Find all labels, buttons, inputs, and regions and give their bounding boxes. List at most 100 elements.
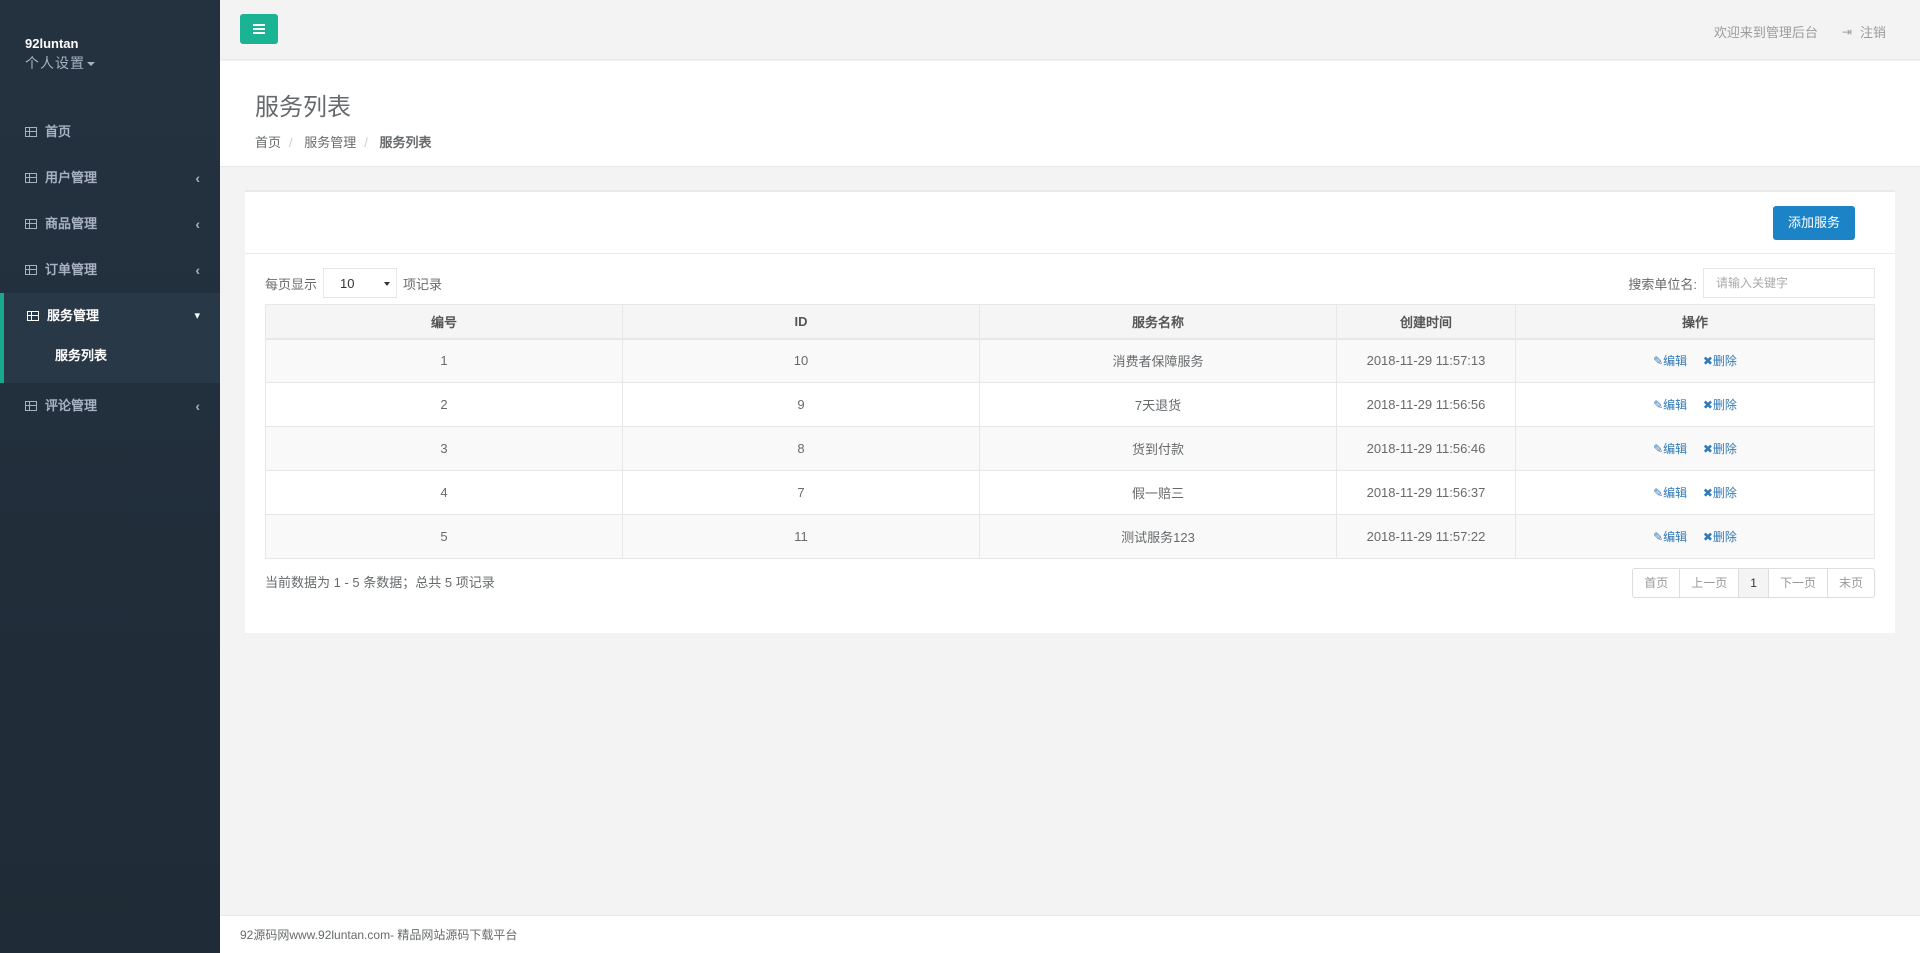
sign-out-icon: ⇥ [1841, 24, 1852, 39]
column-header-time[interactable]: 创建时间 [1336, 304, 1516, 340]
cell-time: 2018-11-29 11:57:22 [1336, 514, 1516, 559]
edit-label: 编辑 [1663, 354, 1688, 369]
profile-block: 92luntan 个人设置 [0, 0, 220, 85]
table-row: 1 10 消费者保障服务 2018-11-29 11:57:13 ✎编辑 ✖删除 [265, 338, 1875, 383]
chevron-left-icon: ‹ [195, 398, 200, 414]
edit-label: 编辑 [1663, 530, 1688, 544]
page-next-button[interactable]: 下一页 [1767, 569, 1827, 597]
page-length-select[interactable]: 10 [323, 268, 398, 298]
delete-icon: ✖ [1702, 442, 1713, 456]
cell-id: 7 [622, 470, 980, 515]
sidebar-item-home[interactable]: 首页 [0, 109, 220, 155]
add-service-button[interactable]: 添加服务 [1773, 206, 1855, 240]
breadcrumb-service-management[interactable]: 服务管理 [304, 135, 356, 150]
sidebar-item-label: 订单管理 [45, 262, 98, 277]
edit-label: 编辑 [1663, 442, 1688, 456]
table-icon [25, 173, 37, 183]
logout-link[interactable]: ⇥ 注销 [1842, 22, 1886, 41]
delete-link[interactable]: ✖删除 [1703, 530, 1737, 544]
delete-link[interactable]: ✖删除 [1703, 398, 1737, 412]
cell-name: 测试服务123 [979, 514, 1337, 559]
cell-time: 2018-11-29 11:56:56 [1336, 382, 1516, 427]
table-icon [25, 401, 37, 411]
breadcrumb-current: 服务列表 [379, 135, 432, 150]
search-control: 搜索单位名: 请输入关键字 [1628, 268, 1875, 298]
edit-link[interactable]: ✎编辑 [1653, 486, 1687, 500]
table-icon [25, 219, 37, 229]
delete-label: 删除 [1712, 442, 1737, 456]
page-length-suffix: 项记录 [403, 276, 443, 292]
delete-link[interactable]: ✖删除 [1703, 354, 1737, 368]
chevron-left-icon: ‹ [195, 262, 200, 278]
table-row: 2 9 7天退货 2018-11-29 11:56:56 ✎编辑 ✖删除 [265, 382, 1875, 427]
table-icon [27, 311, 39, 321]
sidebar: 92luntan 个人设置 首页 用户管理 ‹ 商品管理 ‹ 订单管理 ‹ 服务… [0, 0, 220, 953]
edit-link[interactable]: ✎编辑 [1653, 354, 1687, 368]
cell-name: 货到付款 [979, 426, 1337, 471]
chevron-left-icon: ‹ [195, 170, 200, 186]
cell-time: 2018-11-29 11:56:46 [1336, 426, 1516, 471]
table-icon [25, 265, 37, 275]
column-header-actions: 操作 [1515, 304, 1875, 340]
cell-actions: ✎编辑 ✖删除 [1515, 514, 1875, 559]
breadcrumb-home[interactable]: 首页 [255, 135, 281, 150]
edit-icon: ✎ [1653, 530, 1664, 544]
content-box: 添加服务 每页显示 10 项记录 搜索单位名: 请输入关键字 编号 ID 服务名… [245, 190, 1895, 633]
edit-link[interactable]: ✎编辑 [1653, 398, 1687, 412]
edit-link[interactable]: ✎编辑 [1653, 442, 1687, 456]
sidebar-item-products[interactable]: 商品管理 ‹ [0, 201, 220, 247]
cell-time: 2018-11-29 11:57:13 [1336, 338, 1516, 383]
cell-no: 3 [265, 426, 623, 471]
table-info: 当前数据为 1 - 5 条数据；总共 5 项记录 [265, 575, 495, 590]
delete-label: 删除 [1712, 530, 1737, 544]
personal-settings-dropdown[interactable]: 个人设置 [25, 53, 95, 73]
sidebar-item-comments[interactable]: 评论管理 ‹ [0, 383, 220, 429]
sidebar-item-orders[interactable]: 订单管理 ‹ [0, 247, 220, 293]
breadcrumb-separator: / [289, 135, 293, 150]
logout-label: 注销 [1859, 25, 1886, 40]
cell-actions: ✎编辑 ✖删除 [1515, 470, 1875, 515]
sidebar-item-users[interactable]: 用户管理 ‹ [0, 155, 220, 201]
edit-link[interactable]: ✎编辑 [1653, 530, 1687, 544]
delete-icon: ✖ [1702, 354, 1713, 369]
column-header-id[interactable]: ID [622, 304, 980, 340]
sidebar-item-label: 服务管理 [47, 308, 100, 323]
caret-down-icon [87, 62, 95, 67]
sidebar-item-services[interactable]: 服务管理 ▾ [0, 293, 220, 339]
service-table: 编号 ID 服务名称 创建时间 操作 1 10 消费者保障服务 2018-11-… [265, 304, 1875, 559]
table-icon [25, 127, 37, 137]
breadcrumb-separator: / [364, 135, 368, 150]
sidebar-item-label: 商品管理 [45, 216, 98, 231]
sidebar-subitem-service-list[interactable]: 服务列表 [55, 343, 220, 369]
delete-link[interactable]: ✖删除 [1703, 486, 1737, 500]
sidebar-item-label: 评论管理 [45, 398, 98, 413]
edit-icon: ✎ [1653, 442, 1664, 456]
sidebar-subnav-services: 服务列表 [0, 339, 220, 383]
page-last-button[interactable]: 末页 [1826, 569, 1874, 597]
breadcrumb: 首页 / 服务管理 / 服务列表 [255, 132, 1920, 151]
top-navbar: 欢迎来到管理后台 ⇥ 注销 [220, 0, 1920, 60]
cell-actions: ✎编辑 ✖删除 [1515, 426, 1875, 471]
page-first-button[interactable]: 首页 [1633, 569, 1679, 597]
column-header-no[interactable]: 编号 [265, 304, 623, 340]
delete-link[interactable]: ✖删除 [1703, 442, 1737, 456]
personal-settings-label: 个人设置 [25, 55, 85, 71]
content-box-header: 添加服务 [245, 192, 1895, 254]
column-header-name[interactable]: 服务名称 [979, 304, 1337, 340]
page-prev-button[interactable]: 上一页 [1679, 569, 1738, 597]
edit-label: 编辑 [1663, 486, 1688, 500]
menu-toggle-button[interactable] [240, 14, 278, 44]
cell-id: 9 [622, 382, 980, 427]
search-label: 搜索单位名: [1628, 276, 1697, 292]
pagination: 首页 上一页 1 下一页 末页 [1632, 568, 1875, 598]
cell-name: 7天退货 [979, 382, 1337, 427]
sidebar-nav: 首页 用户管理 ‹ 商品管理 ‹ 订单管理 ‹ 服务管理 ▾ 服务列表 评论管理… [0, 109, 220, 429]
edit-icon: ✎ [1653, 398, 1664, 412]
hamburger-icon [253, 24, 265, 34]
welcome-text: 欢迎来到管理后台 [1713, 25, 1818, 40]
page-current-button[interactable]: 1 [1738, 569, 1768, 597]
search-input[interactable]: 请输入关键字 [1703, 268, 1875, 298]
delete-icon: ✖ [1702, 398, 1713, 412]
delete-icon: ✖ [1702, 530, 1713, 544]
edit-icon: ✎ [1653, 354, 1664, 369]
